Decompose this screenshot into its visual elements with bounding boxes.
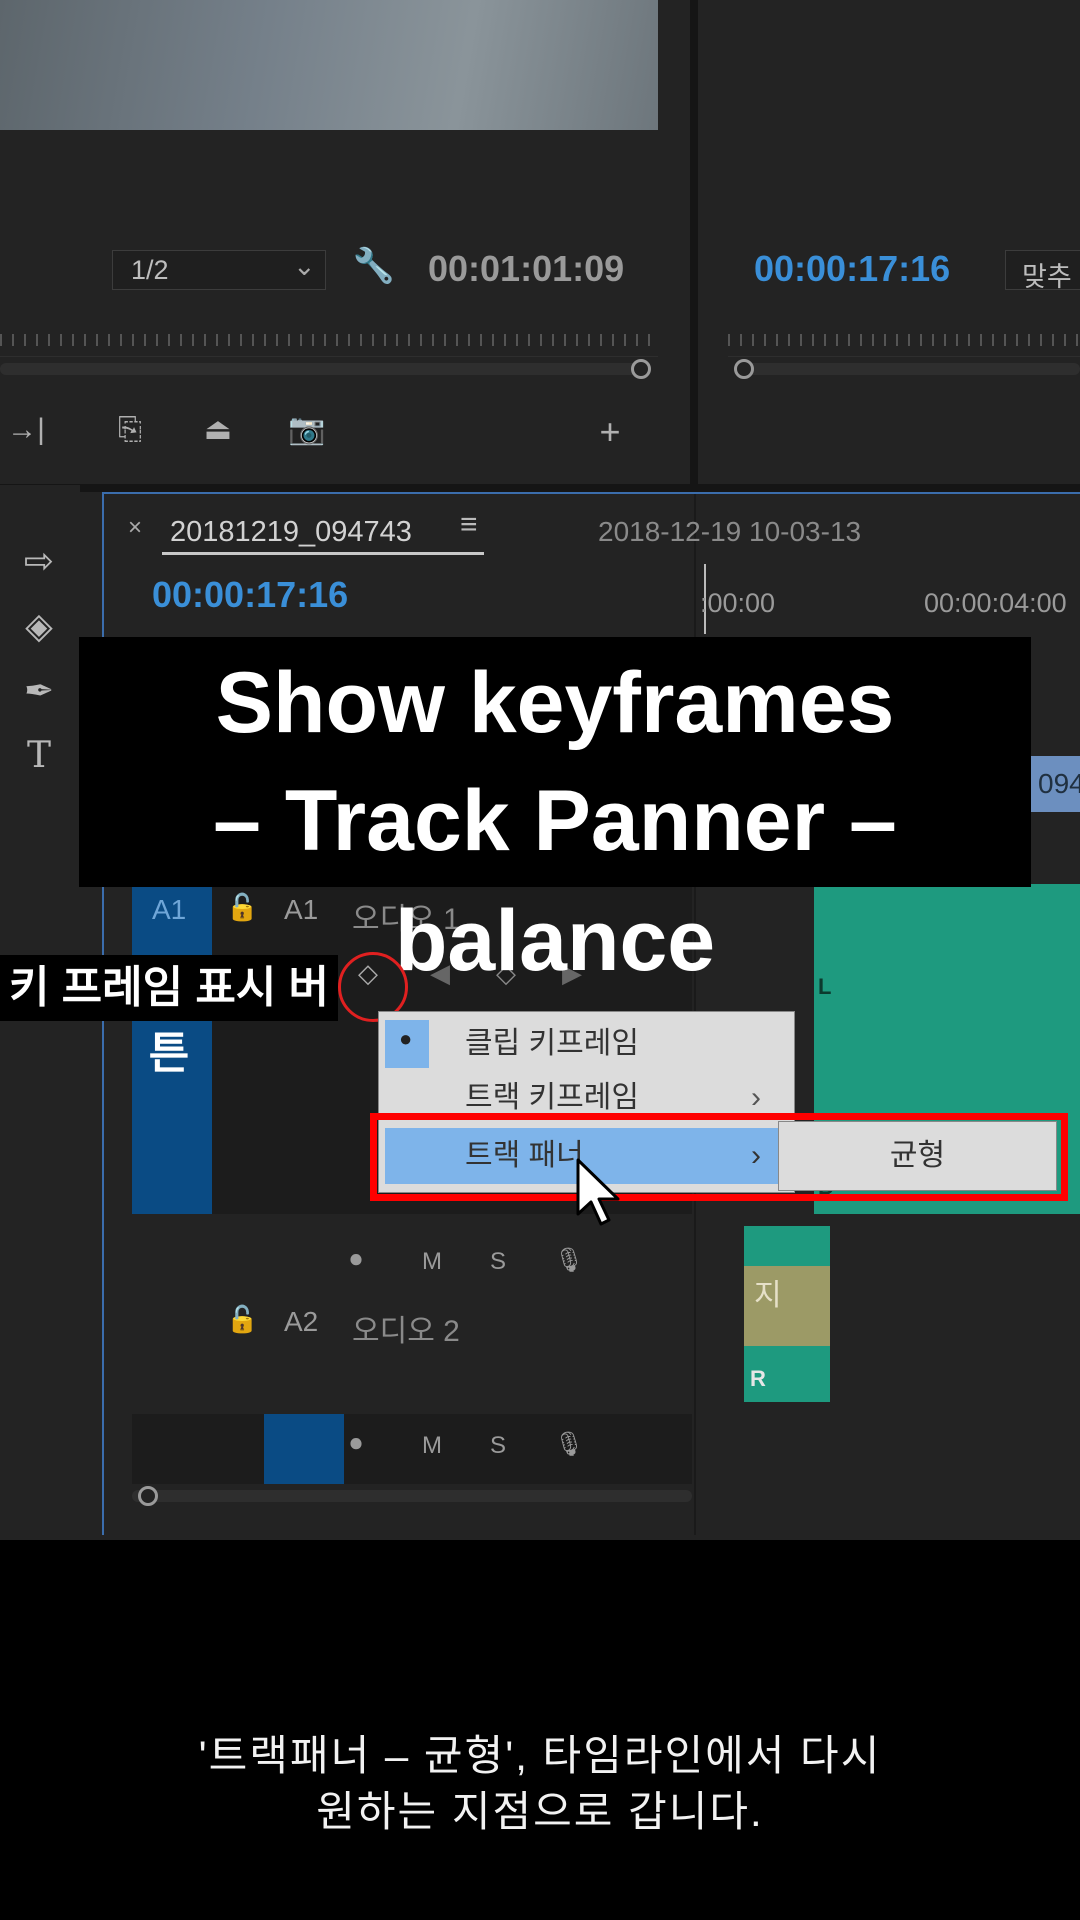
- subtitle-line-2: 원하는 지점으로 갑니다.: [316, 1788, 764, 1835]
- mute-button[interactable]: M: [422, 1432, 442, 1460]
- menu-item-label: 클립 키프레임: [465, 1027, 639, 1060]
- clip-label: 094: [1038, 768, 1080, 799]
- source-ruler[interactable]: [0, 320, 658, 357]
- mute-button[interactable]: M: [422, 1248, 442, 1276]
- timeline-timecode[interactable]: 00:00:17:16: [152, 574, 348, 616]
- camera-icon[interactable]: 📷: [285, 412, 329, 448]
- add-button-icon[interactable]: +: [588, 414, 632, 450]
- solo-button[interactable]: S: [490, 1432, 506, 1460]
- title-line-1: Show keyframes: [215, 655, 895, 751]
- clip-text: 지: [754, 1279, 782, 1312]
- zoom-value: 1/2: [131, 255, 169, 285]
- menu-item-clip-keyframes[interactable]: 클립 키프레임: [379, 1016, 794, 1072]
- timeline-scrollbar[interactable]: [132, 1490, 692, 1502]
- close-tab-icon[interactable]: ×: [128, 514, 142, 542]
- track-target-a2[interactable]: A2: [284, 1306, 318, 1338]
- overwrite-icon[interactable]: →|: [4, 412, 48, 448]
- track-name-a2: 오디오 2: [352, 1315, 460, 1348]
- panel-divider[interactable]: [690, 0, 698, 485]
- type-tool-icon[interactable]: T: [14, 735, 64, 785]
- lift-icon[interactable]: ⏏: [196, 412, 240, 448]
- monitor-bottom-divider: [0, 484, 1080, 492]
- tab-underline: [162, 552, 484, 555]
- program-scrollbar[interactable]: [738, 363, 1080, 375]
- lock-icon[interactable]: 🔓: [226, 1304, 258, 1335]
- fit-value: 맞추: [1022, 262, 1072, 292]
- keyframe-button-label: 키 프레임 표시 버튼: [0, 955, 338, 1078]
- program-scroll-knob[interactable]: [734, 359, 754, 379]
- clip-name-header: 2018-12-19 10-03-13: [598, 516, 862, 547]
- sequence-tab[interactable]: 20181219_094743: [170, 516, 412, 549]
- mouse-cursor-icon: [574, 1158, 626, 1233]
- source-timecode[interactable]: 00:01:01:09: [428, 248, 624, 290]
- program-monitor: 00:00:17:16 맞추: [698, 0, 1080, 485]
- video-preview: [0, 0, 658, 130]
- voiceover-icon[interactable]: ⏺: [350, 1246, 362, 1274]
- source-scrollbar[interactable]: [0, 363, 650, 375]
- channel-label-r: R: [750, 1366, 766, 1391]
- title-overlay: Show keyframes – Track Panner – balance: [79, 637, 1031, 989]
- microphone-icon[interactable]: 🎙: [554, 1430, 584, 1459]
- source-patch-a3[interactable]: [264, 1414, 344, 1484]
- program-timecode[interactable]: 00:00:17:16: [754, 248, 950, 290]
- subtitle-line-1: '트랙패너 – 균형', 타임라인에서 다시: [198, 1732, 882, 1779]
- track-a3-row: [132, 1414, 692, 1484]
- insert-icon[interactable]: ⎘: [108, 412, 152, 448]
- audio-clip-a2[interactable]: 지 R: [744, 1226, 830, 1402]
- panel-menu-icon[interactable]: ≡: [460, 508, 478, 542]
- subtitle-area: '트랙패너 – 균형', 타임라인에서 다시 원하는 지점으로 갑니다.: [0, 1540, 1080, 1920]
- highlight-rectangle: [370, 1113, 1068, 1201]
- razor-icon[interactable]: ◈: [14, 605, 64, 655]
- program-ruler[interactable]: [728, 320, 1080, 357]
- chevron-down-icon: ⌄: [293, 251, 316, 281]
- zoom-dropdown[interactable]: 1/2 ⌄: [112, 250, 326, 290]
- source-monitor: 1/2 ⌄ 🔧 00:01:01:09 →| ⎘ ⏏ 📷 +: [0, 0, 690, 485]
- source-scroll-knob[interactable]: [631, 359, 651, 379]
- solo-button[interactable]: S: [490, 1248, 506, 1276]
- pen-icon[interactable]: ✒: [14, 670, 64, 720]
- fit-dropdown[interactable]: 맞추: [1005, 250, 1080, 292]
- ruler-start: :00:00: [700, 588, 776, 618]
- track-select-icon[interactable]: ⇨: [14, 540, 64, 590]
- timeline-scroll-knob-left[interactable]: [138, 1486, 158, 1506]
- voiceover-icon[interactable]: ⏺: [350, 1430, 362, 1458]
- microphone-icon[interactable]: 🎙: [554, 1246, 584, 1275]
- wrench-icon[interactable]: 🔧: [352, 248, 396, 284]
- ruler-mark: 00:00:04:00: [924, 588, 1067, 618]
- clip-label-bar: 094: [1026, 756, 1080, 812]
